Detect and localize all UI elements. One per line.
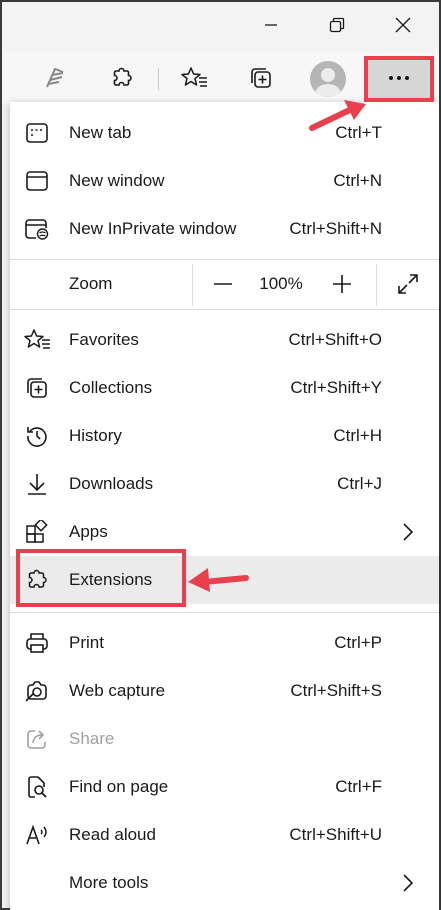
menu-label: New window bbox=[69, 171, 165, 190]
menu-label: Read aloud bbox=[69, 825, 156, 844]
menu-item-share[interactable]: Share bbox=[10, 715, 439, 763]
menu-shortcut: Ctrl+Shift+U bbox=[289, 825, 382, 844]
collections-icon bbox=[251, 68, 271, 88]
menu-label: Share bbox=[69, 729, 115, 748]
zoom-in-button[interactable] bbox=[322, 264, 362, 304]
menu-divider bbox=[10, 612, 439, 613]
title-bar bbox=[2, 2, 439, 50]
close-icon bbox=[395, 17, 411, 33]
apps-icon bbox=[24, 520, 50, 544]
settings-menu: New tab Ctrl+T New window Ctrl+N New InP… bbox=[10, 102, 439, 910]
menu-item-downloads[interactable]: Downloads Ctrl+J bbox=[10, 460, 439, 508]
menu-label: Find on page bbox=[69, 777, 169, 796]
restore-icon bbox=[329, 17, 345, 33]
fullscreen-icon bbox=[398, 274, 418, 294]
menu-label: Print bbox=[69, 633, 104, 652]
menu-shortcut: Ctrl+J bbox=[337, 474, 382, 493]
chevron-right-icon bbox=[403, 874, 414, 892]
maximize-button[interactable] bbox=[304, 2, 370, 48]
menu-label: Downloads bbox=[69, 474, 154, 493]
history-icon bbox=[24, 424, 50, 448]
menu-item-print[interactable]: Print Ctrl+P bbox=[10, 619, 439, 667]
toolbar-separator bbox=[158, 68, 159, 90]
annotation-highlight-extensions bbox=[16, 549, 186, 607]
new-window-icon bbox=[24, 169, 50, 193]
favorites-icon bbox=[24, 328, 50, 352]
zoom-separator bbox=[376, 264, 377, 306]
avatar-head bbox=[321, 68, 335, 82]
menu-label: New InPrivate window bbox=[69, 219, 237, 238]
menu-label: Apps bbox=[69, 522, 108, 541]
downloads-icon bbox=[24, 472, 50, 496]
menu-shortcut: Ctrl+Shift+S bbox=[290, 681, 382, 700]
menu-shortcut: Ctrl+Shift+Y bbox=[290, 378, 382, 397]
share-icon bbox=[24, 727, 50, 751]
minimize-icon bbox=[265, 24, 277, 26]
menu-item-new-tab[interactable]: New tab Ctrl+T bbox=[10, 109, 439, 157]
minimize-button[interactable] bbox=[238, 2, 304, 48]
menu-item-more-tools[interactable]: More tools bbox=[10, 859, 439, 907]
menu-item-collections[interactable]: Collections Ctrl+Shift+Y bbox=[10, 364, 439, 412]
extensions-toolbar-button[interactable] bbox=[100, 58, 142, 98]
new-tab-icon bbox=[24, 121, 50, 145]
menu-label: More tools bbox=[69, 873, 149, 892]
menu-label: History bbox=[69, 426, 122, 445]
menu-shortcut: Ctrl+N bbox=[333, 171, 382, 190]
read-aloud-icon bbox=[24, 823, 50, 847]
menu-item-read-aloud[interactable]: Read aloud Ctrl+Shift+U bbox=[10, 811, 439, 859]
menu-item-favorites[interactable]: Favorites Ctrl+Shift+O bbox=[10, 316, 439, 364]
zoom-separator bbox=[192, 264, 193, 306]
menu-label: New tab bbox=[69, 123, 132, 142]
menu-label: Collections bbox=[69, 378, 153, 397]
plus-icon bbox=[333, 275, 351, 293]
annotation-arrow-icon bbox=[188, 568, 249, 592]
zoom-row: Zoom 100% bbox=[10, 260, 439, 308]
favorites-icon bbox=[181, 67, 207, 87]
extensions-icon bbox=[113, 67, 132, 86]
zoom-out-button[interactable] bbox=[203, 264, 243, 304]
profile-avatar[interactable] bbox=[310, 61, 346, 97]
menu-shortcut: Ctrl+Shift+O bbox=[288, 330, 382, 349]
menu-label: Favorites bbox=[69, 330, 139, 349]
zoom-value: 100% bbox=[259, 274, 303, 293]
menu-item-web-capture[interactable]: Web capture Ctrl+Shift+S bbox=[10, 667, 439, 715]
minus-icon bbox=[214, 283, 232, 285]
favorites-toolbar-button[interactable] bbox=[174, 58, 216, 98]
browser-window: New tab Ctrl+T New window Ctrl+N New InP… bbox=[0, 0, 441, 910]
menu-shortcut: Ctrl+Shift+N bbox=[289, 219, 382, 238]
print-icon bbox=[24, 631, 50, 655]
menu-label: Web capture bbox=[69, 681, 166, 700]
chevron-right-icon bbox=[403, 523, 414, 541]
menu-item-history[interactable]: History Ctrl+H bbox=[10, 412, 439, 460]
fullscreen-button[interactable] bbox=[388, 264, 428, 304]
menu-shortcut: Ctrl+F bbox=[335, 777, 382, 796]
read-aloud-icon bbox=[46, 67, 64, 88]
inprivate-icon bbox=[24, 217, 50, 241]
menu-item-find-on-page[interactable]: Find on page Ctrl+F bbox=[10, 763, 439, 811]
annotation-highlight-more-button bbox=[364, 56, 434, 102]
menu-shortcut: Ctrl+H bbox=[333, 426, 382, 445]
collections-icon bbox=[24, 376, 50, 400]
close-button[interactable] bbox=[370, 2, 436, 48]
menu-shortcut: Ctrl+P bbox=[334, 633, 382, 652]
web-capture-icon bbox=[24, 679, 50, 703]
read-aloud-button[interactable] bbox=[34, 58, 76, 98]
menu-item-new-inprivate-window[interactable]: New InPrivate window Ctrl+Shift+N bbox=[10, 205, 439, 253]
menu-divider bbox=[10, 309, 439, 310]
annotation-arrow-icon bbox=[309, 100, 366, 131]
zoom-label: Zoom bbox=[69, 274, 113, 293]
find-icon bbox=[24, 775, 50, 799]
collections-toolbar-button[interactable] bbox=[240, 58, 282, 98]
menu-item-new-window[interactable]: New window Ctrl+N bbox=[10, 157, 439, 205]
